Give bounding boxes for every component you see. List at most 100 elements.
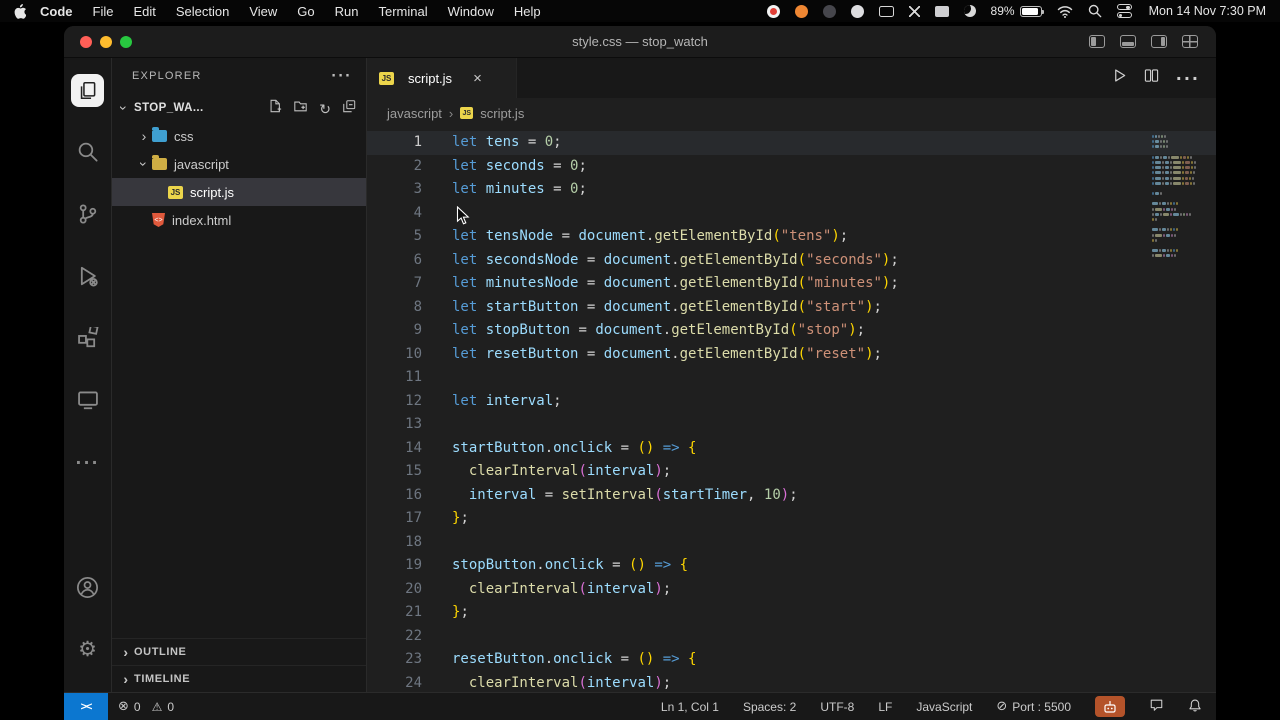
feedback-icon[interactable] — [1149, 698, 1164, 715]
code-line-4[interactable]: 4 — [367, 202, 1216, 226]
refresh-icon[interactable] — [319, 99, 331, 118]
control-center-icon[interactable] — [1116, 4, 1132, 18]
toggle-secondary-sidebar-icon[interactable] — [1151, 35, 1167, 48]
indentation[interactable]: Spaces: 2 — [743, 700, 796, 714]
new-file-icon[interactable] — [268, 99, 282, 118]
project-row[interactable]: STOP_WA... — [112, 94, 366, 122]
line-number: 7 — [413, 275, 422, 291]
battery-indicator[interactable]: 89% — [991, 4, 1044, 18]
menu-item-edit[interactable]: Edit — [123, 4, 165, 19]
outline-section[interactable]: OUTLINE — [112, 638, 366, 665]
app-icon[interactable] — [822, 4, 836, 18]
code-line-11[interactable]: 11 — [367, 366, 1216, 390]
code-line-16[interactable]: 16 interval = setInterval(startTimer, 10… — [367, 484, 1216, 508]
record-icon[interactable] — [766, 4, 780, 18]
error-icon — [118, 699, 129, 714]
explorer-more-actions-icon[interactable] — [331, 69, 352, 84]
menu-item-code[interactable]: Code — [30, 4, 83, 19]
tab-scriptjs[interactable]: script.js × — [367, 58, 517, 98]
eol-sequence[interactable]: LF — [878, 700, 892, 714]
code-line-23[interactable]: 23 resetButton.onclick = () => { — [367, 648, 1216, 672]
explorer-icon[interactable] — [64, 65, 112, 115]
tab-close-icon[interactable]: × — [473, 70, 482, 87]
toggle-sidebar-icon[interactable] — [1089, 35, 1105, 48]
code-line-22[interactable]: 22 — [367, 625, 1216, 649]
breadcrumb-folder[interactable]: javascript — [387, 106, 442, 121]
remote-indicator[interactable] — [64, 693, 108, 720]
code-line-21[interactable]: 21}; — [367, 601, 1216, 625]
screen-share-icon[interactable] — [908, 5, 920, 17]
live-preview-icon[interactable] — [64, 375, 112, 425]
menubar-clock[interactable]: Mon 14 Nov 7:30 PM — [1149, 4, 1266, 18]
wifi-icon[interactable] — [1057, 5, 1073, 18]
encoding[interactable]: UTF-8 — [820, 700, 854, 714]
breadcrumb[interactable]: javascript script.js — [367, 98, 1216, 128]
search-icon[interactable] — [64, 127, 112, 177]
menu-item-run[interactable]: Run — [325, 4, 369, 19]
code-line-1[interactable]: 1 let tens = 0; — [367, 131, 1216, 155]
minimap[interactable] — [1152, 135, 1202, 260]
code-line-3[interactable]: 3 let minutes = 0; — [367, 178, 1216, 202]
code-line-20[interactable]: 20 clearInterval(interval); — [367, 578, 1216, 602]
menu-item-window[interactable]: Window — [438, 4, 504, 19]
more-actions-icon[interactable] — [64, 437, 112, 487]
display-icon[interactable] — [878, 5, 894, 17]
code-line-9[interactable]: 9 let stopButton = document.getElementByI… — [367, 319, 1216, 343]
breadcrumb-file[interactable]: script.js — [480, 106, 524, 121]
spotlight-icon[interactable] — [1088, 4, 1102, 18]
code-line-10[interactable]: 10 let resetButton = document.getElementB… — [367, 343, 1216, 367]
window-titlebar[interactable]: style.css — stop_watch — [64, 26, 1216, 58]
account-icon[interactable] — [64, 562, 112, 612]
editor-more-icon[interactable] — [1176, 69, 1200, 88]
run-debug-icon[interactable] — [64, 251, 112, 301]
code-line-13[interactable]: 13 — [367, 413, 1216, 437]
close-button[interactable] — [80, 35, 92, 48]
live-server-port[interactable]: Port : 5500 — [996, 699, 1071, 714]
code-line-6[interactable]: 6 let secondsNode = document.getElementBy… — [367, 249, 1216, 273]
code-line-8[interactable]: 8 let startButton = document.getElementBy… — [367, 296, 1216, 320]
tree-item-css[interactable]: css — [112, 122, 366, 150]
menu-item-selection[interactable]: Selection — [166, 4, 239, 19]
source-control-icon[interactable] — [64, 189, 112, 239]
code-line-14[interactable]: 14 startButton.onclick = () => { — [367, 437, 1216, 461]
code-line-24[interactable]: 24 clearInterval(interval); — [367, 672, 1216, 693]
code-line-15[interactable]: 15 clearInterval(interval); — [367, 460, 1216, 484]
code-line-5[interactable]: 5 let tensNode = document.getElementById(… — [367, 225, 1216, 249]
code-line-7[interactable]: 7 let minutesNode = document.getElementBy… — [367, 272, 1216, 296]
customize-layout-icon[interactable] — [1182, 35, 1198, 48]
card-icon[interactable] — [934, 5, 949, 17]
tree-item-script.js[interactable]: script.js — [112, 178, 366, 206]
settings-gear-icon[interactable]: ⚙ — [64, 624, 112, 674]
collapse-all-icon[interactable] — [342, 99, 356, 118]
chat-icon[interactable] — [850, 4, 864, 18]
timeline-section[interactable]: TIMELINE — [112, 665, 366, 692]
tree-item-index.html[interactable]: index.html — [112, 206, 366, 234]
menu-item-terminal[interactable]: Terminal — [369, 4, 438, 19]
tree-item-javascript[interactable]: javascript — [112, 150, 366, 178]
zoom-button[interactable] — [120, 35, 132, 48]
new-folder-icon[interactable] — [293, 99, 308, 118]
menu-item-view[interactable]: View — [239, 4, 287, 19]
code-area[interactable]: 1 let tens = 0; 2 let seconds = 0; 3 let minu… — [367, 128, 1216, 692]
menu-item-file[interactable]: File — [83, 4, 124, 19]
problems-indicator[interactable]: 0 0 — [108, 699, 174, 714]
minimize-button[interactable] — [100, 35, 112, 48]
split-editor-icon[interactable] — [1144, 68, 1159, 88]
language-mode[interactable]: JavaScript — [916, 700, 972, 714]
robot-extension-button[interactable] — [1095, 696, 1125, 717]
moon-icon[interactable] — [963, 5, 976, 17]
code-line-2[interactable]: 2 let seconds = 0; — [367, 155, 1216, 179]
toggle-panel-icon[interactable] — [1120, 35, 1136, 48]
bell-icon[interactable] — [1188, 698, 1202, 716]
menu-item-help[interactable]: Help — [504, 4, 551, 19]
run-button[interactable] — [1112, 68, 1127, 88]
code-line-19[interactable]: 19 stopButton.onclick = () => { — [367, 554, 1216, 578]
menu-item-go[interactable]: Go — [287, 4, 324, 19]
code-line-17[interactable]: 17}; — [367, 507, 1216, 531]
apple-logo-icon[interactable] — [14, 3, 26, 19]
cursor-position[interactable]: Ln 1, Col 1 — [661, 700, 719, 714]
extensions-icon[interactable] — [64, 313, 112, 363]
code-line-12[interactable]: 12 let interval; — [367, 390, 1216, 414]
browser-icon[interactable] — [794, 4, 808, 18]
code-line-18[interactable]: 18 — [367, 531, 1216, 555]
